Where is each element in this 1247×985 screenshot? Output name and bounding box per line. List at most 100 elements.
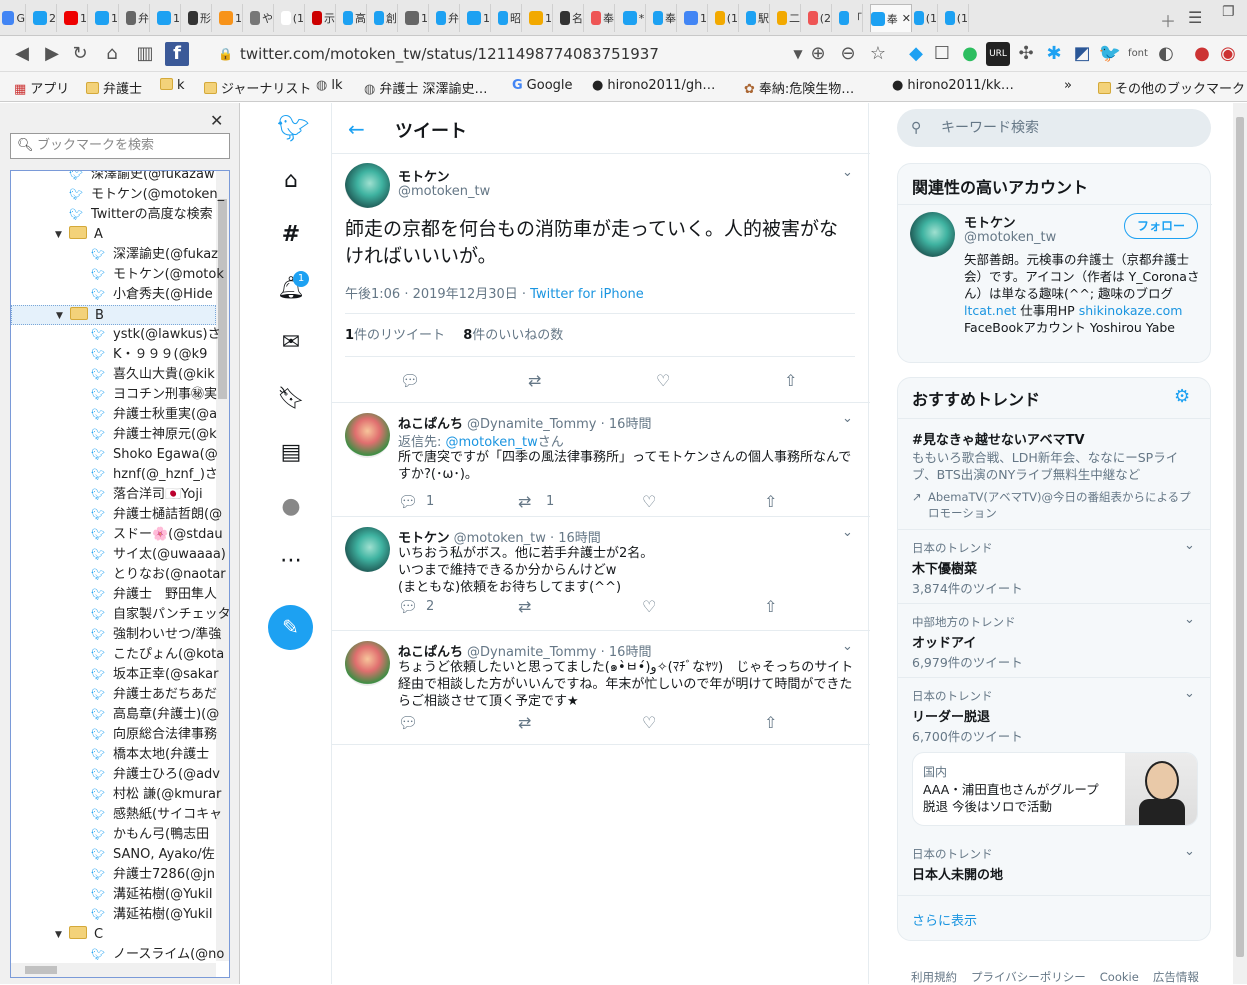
author-handle[interactable]: @motoken_tw — [398, 184, 490, 199]
bio-link-hp[interactable]: shikinokaze.com — [1079, 303, 1183, 318]
home-icon[interactable]: ⌂ — [100, 42, 124, 66]
bookmark-item[interactable]: 🐦︎ こたぴょん(@kota — [11, 645, 224, 665]
browser-tab[interactable]: 創 — [374, 4, 398, 32]
browser-tab[interactable]: (2 — [808, 4, 832, 32]
bookmark-item[interactable]: 🐦︎ 溝延祐樹(@Yukil — [11, 905, 216, 925]
puzzle-icon[interactable]: ✣ — [1014, 42, 1038, 66]
bookmark-item[interactable]: 🐦︎ 村松 謙(@kmurar — [11, 785, 221, 805]
url-shortener-icon[interactable]: URL — [986, 42, 1010, 66]
browser-tab[interactable]: G — [2, 4, 26, 32]
bookmark-folder[interactable]: ▼ C — [11, 925, 216, 945]
extension2-icon[interactable]: ✱ — [1042, 42, 1066, 66]
retweet-icon[interactable]: ⇄ — [518, 597, 531, 616]
bookmark-search-input[interactable]: 🔍︎ ブックマークを検索 — [10, 133, 230, 159]
bookmark-item[interactable]: 弁護士 — [86, 78, 142, 97]
browser-tab[interactable]: (1 — [281, 4, 305, 32]
reply-icon[interactable]: 💬︎ — [398, 597, 418, 616]
bookmark-item[interactable]: k — [160, 78, 185, 93]
bookmark-item[interactable]: 🐦︎ ヨコチン刑事㊙実 — [11, 385, 217, 405]
bookmarks-icon[interactable]: ☐ — [930, 42, 954, 66]
bookmark-item[interactable]: 🐦︎ 弁護士樋詰哲朗(@ — [11, 505, 222, 525]
back-arrow-icon[interactable]: ← — [348, 117, 365, 141]
trend-item[interactable]: 日本のトレンド 木下優樹菜 3,874件のツイート ⌄ — [898, 530, 1210, 604]
trend-item[interactable]: 日本のトレンド 日本人未開の地 ⌄ — [898, 836, 1210, 896]
bookmark-item[interactable]: ジャーナリスト — [204, 78, 311, 97]
browser-tab[interactable]: 1 — [405, 4, 429, 32]
follow-button[interactable]: フォロー — [1124, 213, 1198, 239]
browser-tab[interactable]: 1 — [95, 4, 119, 32]
news-item[interactable]: 国内 AAA・浦田直也さんがグループ脱退 今後はソロで活動 — [912, 752, 1198, 826]
bookmark-item[interactable]: 🐦︎ 弁護士神原元(@k — [11, 425, 217, 445]
bookmark-item[interactable]: その他のブックマーク — [1098, 78, 1245, 97]
bookmark-icon[interactable]: 🔖︎ — [277, 385, 305, 413]
bookmark-item[interactable]: 🐦︎ 落合洋司🇯🇵Yoji — [11, 485, 216, 505]
avatar[interactable] — [345, 163, 390, 208]
share-icon[interactable]: ⇧ — [764, 597, 777, 616]
retweet-label[interactable]: 件のリツイート — [354, 328, 445, 343]
reply-author-name[interactable]: ねこぱんち — [398, 417, 463, 432]
promoted-trend[interactable]: #見なきゃ越せないアベマTV ももいろ歌合戦、LDH新年会、ななにーSPライブ、… — [898, 418, 1210, 530]
browser-tab[interactable]: 奉 ✕ — [870, 4, 912, 32]
reply-tweet[interactable]: ねこぱんち @Dynamite_Tommy · 16時間 ⌄ 返信先: @motoke… — [332, 403, 870, 517]
like-count[interactable]: 8 — [463, 328, 472, 343]
bookmark-item[interactable]: 🐦︎ モトケン(@motoken_ — [11, 185, 224, 205]
bookmark-item[interactable]: 🐦︎ 喜久山大貴(@kik — [11, 365, 216, 385]
browser-tab[interactable]: (1 — [945, 4, 969, 32]
account-name[interactable]: モトケン — [964, 212, 1016, 231]
bookmark-item[interactable]: 🐦︎ 感熱紙(サイコキャ — [11, 805, 222, 825]
browser-tab[interactable]: 形 — [188, 4, 212, 32]
chevron-down-icon[interactable]: ⌄ — [1184, 612, 1195, 627]
browser-tab[interactable]: 示 — [312, 4, 336, 32]
like-icon[interactable]: ♡ — [656, 371, 670, 390]
browser-tab[interactable]: 名 — [560, 4, 584, 32]
bookmark-item[interactable]: 🐦︎ サイ太(@uwaaaa) — [11, 545, 226, 565]
messages-icon[interactable]: ✉ — [277, 329, 305, 357]
chevron-down-icon[interactable]: ⌄ — [842, 411, 853, 426]
expand-arrow-icon[interactable]: ▼ — [55, 925, 62, 945]
trend-item[interactable]: 中部地方のトレンド オッドアイ 6,979件のツイート ⌄ — [898, 604, 1210, 678]
browser-tab[interactable]: 1 — [219, 4, 243, 32]
bookmark-item[interactable]: ● hirono2011/kk… — [892, 78, 1014, 93]
browser-tab[interactable]: 1 — [684, 4, 708, 32]
bookmark-item[interactable]: 🐦︎ 深澤諭史(@fukaz — [11, 245, 218, 265]
avatar[interactable] — [345, 641, 390, 686]
browser-tab[interactable]: 弁 — [436, 4, 460, 32]
retweet-icon[interactable]: ⇄ — [518, 492, 531, 511]
reload-icon[interactable]: ↻ — [68, 42, 92, 66]
bookmark-item[interactable]: 🐦︎ とりなお(@naotar — [11, 565, 226, 585]
browser-tab[interactable]: や — [250, 4, 274, 32]
browser-tab[interactable]: 1 — [529, 4, 553, 32]
notifications-icon[interactable]: 🔔︎ 1 — [277, 271, 309, 303]
bookmark-item[interactable]: 🐦︎ 坂本正幸(@sakar — [11, 665, 218, 685]
back-icon[interactable]: ◀ — [10, 42, 34, 66]
browser-tab[interactable]: 高 — [343, 4, 367, 32]
tweet-source[interactable]: Twitter for iPhone — [530, 287, 644, 302]
browser-tab[interactable]: * — [622, 4, 646, 32]
footer-link[interactable]: プライバシーポリシー — [971, 970, 1086, 984]
bookmark-item[interactable]: 🐦︎ モトケン(@motok — [11, 265, 224, 285]
browser-tab[interactable]: 1 — [64, 4, 88, 32]
chevron-down-icon[interactable]: ⌄ — [842, 525, 853, 540]
home-icon[interactable]: ⌂ — [277, 167, 305, 195]
browser-tab[interactable]: (1 — [914, 4, 938, 32]
bookmark-item[interactable]: 🐦︎ SANO, Ayako/佐 — [11, 845, 216, 865]
share-icon[interactable]: ⇧ — [764, 492, 777, 511]
bookmark-item[interactable]: ▦ アプリ — [14, 78, 69, 97]
chevron-down-icon[interactable]: ⌄ — [1184, 686, 1195, 701]
zoom-in-icon[interactable]: ⊕ — [806, 42, 830, 66]
page-scrollbar[interactable] — [1233, 103, 1247, 984]
new-tab-button[interactable]: ＋ — [1160, 8, 1176, 32]
explore-icon[interactable]: # — [277, 221, 305, 249]
browser-tab[interactable]: 駅 — [746, 4, 770, 32]
reply-icon[interactable]: 💬︎ — [398, 492, 418, 511]
reply-tweet[interactable]: モトケン @motoken_tw · 16時間 ⌄ いちおう私がボス。他に若手弁護士が… — [332, 517, 870, 631]
ext4-icon[interactable]: ◐ — [1154, 42, 1178, 66]
retweet-icon[interactable]: ⇄ — [518, 713, 531, 732]
author-name[interactable]: モトケン — [398, 166, 450, 185]
twitter-ext-icon[interactable]: 🐦 — [1098, 42, 1122, 66]
bookmark-item[interactable]: 🐦︎ ystk(@lawkus)さ — [11, 325, 221, 345]
reply-icon[interactable]: 💬︎ — [398, 713, 418, 732]
tree-hscrollbar[interactable] — [11, 963, 216, 977]
bookmark-sidebar-icon[interactable]: ▥ — [133, 42, 157, 66]
bookmark-item[interactable]: 🐦︎ ノースライム(@no — [11, 945, 224, 965]
